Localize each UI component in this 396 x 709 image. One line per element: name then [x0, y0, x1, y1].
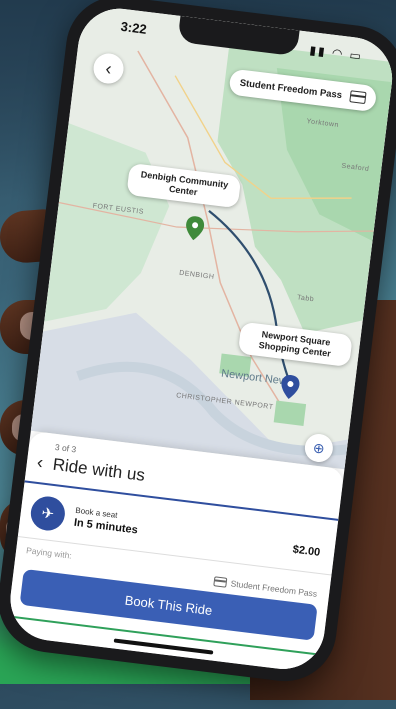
chevron-left-icon[interactable]: ‹: [36, 452, 44, 474]
ride-price: $2.00: [292, 543, 321, 559]
step-indicator: 3 of 3: [54, 441, 77, 455]
sheet-title: Ride with us: [51, 454, 147, 485]
phone-body: 3:22 ▮▮ ◠ ▭ ‹ Student Freedom Pass Denbi…: [0, 0, 396, 688]
ride-option-text: Book a seat In 5 minutes: [73, 505, 140, 536]
chevron-left-icon: ‹: [104, 57, 113, 79]
crosshair-icon: ⊕: [312, 438, 326, 457]
pass-chip-label: Student Freedom Pass: [239, 77, 343, 101]
status-icons: ▮▮ ◠ ▭: [308, 42, 364, 64]
origin-pin-icon: [186, 216, 205, 241]
status-time: 3:22: [119, 18, 148, 37]
ride-sheet: 3 of 3 ‹ Ride with us ✈ Book a seat In 5…: [5, 430, 345, 674]
phone-screen: 3:22 ▮▮ ◠ ▭ ‹ Student Freedom Pass Denbi…: [5, 3, 396, 674]
card-icon: [213, 576, 228, 588]
paying-label: Paying with:: [25, 545, 73, 561]
destination-pin-icon: [281, 375, 300, 399]
sheet-header: ‹ Ride with us: [36, 452, 146, 486]
bus-icon: ✈: [28, 494, 67, 533]
card-icon: [349, 90, 367, 105]
book-ride-button[interactable]: Book This Ride: [19, 568, 318, 641]
phone: 3:22 ▮▮ ◠ ▭ ‹ Student Freedom Pass Denbi…: [0, 0, 396, 709]
